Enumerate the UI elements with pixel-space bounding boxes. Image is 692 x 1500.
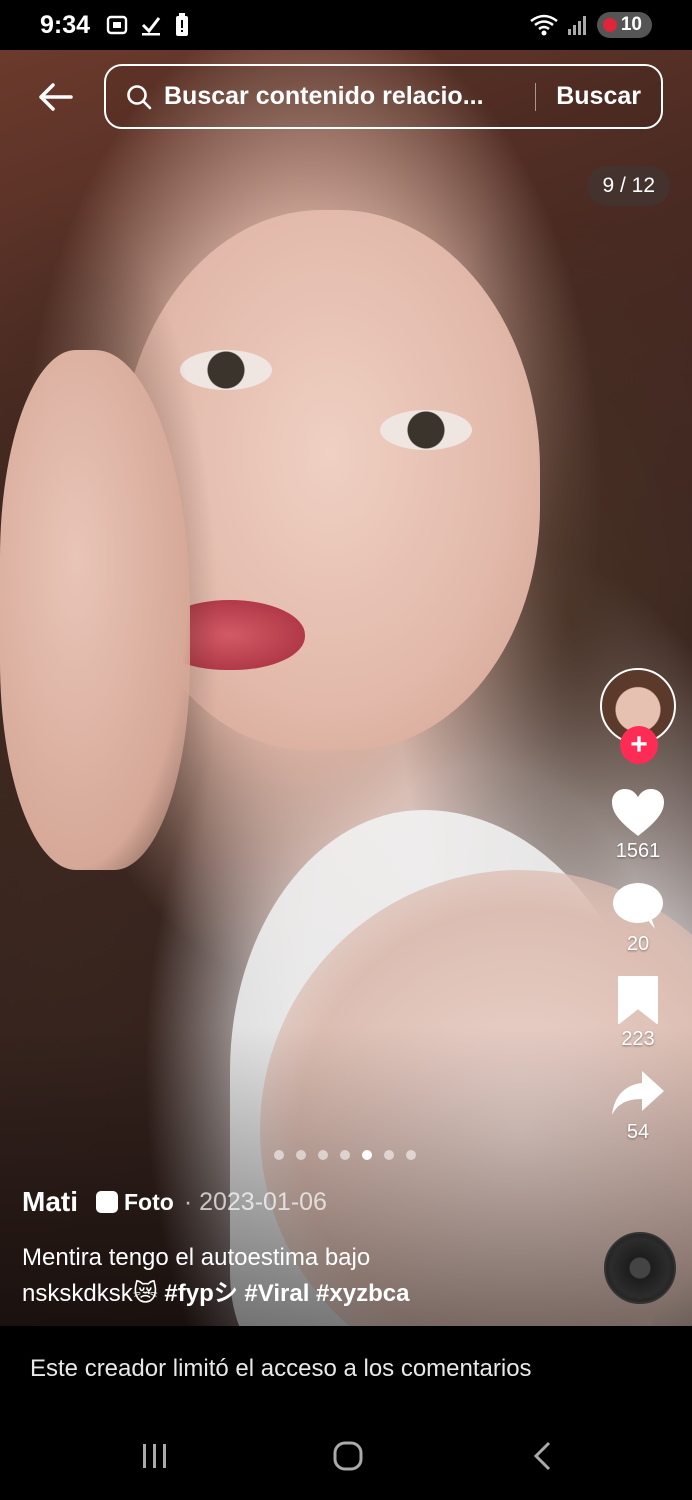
post-photo[interactable] [0,50,692,1326]
photo-hand [0,350,190,870]
battery-level: 10 [620,14,642,35]
system-nav-bar [0,1412,692,1500]
search-bar[interactable]: Buscar contenido relacio... Buscar [104,64,663,129]
carousel-dot[interactable] [296,1150,306,1160]
battery-low-icon [602,18,617,32]
carousel-dot-active[interactable] [362,1150,372,1160]
caption-line-1: Mentira tengo el autoestima bajo [22,1244,371,1271]
author-row: Mati Foto · 2023-01-06 [22,1186,327,1218]
search-input[interactable]: Buscar contenido relacio... [164,82,515,111]
hashtag-link[interactable]: #Viral [244,1280,309,1307]
comment-count: 20 [626,933,650,955]
like-count: 1561 [615,840,661,862]
carousel-dots [274,1150,416,1160]
share-icon[interactable] [610,1069,666,1119]
search-divider [535,82,537,111]
share-count: 54 [626,1121,650,1143]
post-type-label: Foto [124,1188,174,1215]
wifi-icon [530,14,558,36]
check-icon [141,17,161,36]
caption-line-2: nskskdksk😿 #fypシ #Viral #xyzbca [22,1276,582,1312]
carousel-dot[interactable] [318,1150,328,1160]
back-nav-button[interactable] [528,1438,556,1474]
signal-icon [567,16,586,35]
comment-icon[interactable] [611,881,665,931]
home-button[interactable] [330,1438,366,1474]
status-time: 9:34 [40,10,91,39]
back-button[interactable] [30,74,80,120]
post-date: · 2023-01-06 [183,1187,327,1216]
music-disc[interactable] [604,1232,676,1304]
post-caption[interactable]: Mentira tengo el autoestima bajo nskskdk… [22,1240,582,1312]
comments-restricted-notice: Este creador limitó el acceso a los come… [0,1326,692,1412]
save-action[interactable]: 223 [616,974,660,1051]
recent-apps-button[interactable] [138,1438,172,1474]
photo-eye-right [380,410,472,450]
carousel-dot[interactable] [384,1150,394,1160]
post-type-tag: Foto [96,1189,174,1216]
plus-icon: + [630,728,648,761]
bookmark-icon[interactable] [616,974,660,1026]
battery-indicator: 10 [596,12,652,38]
carousel-dot[interactable] [274,1150,284,1160]
search-icon [127,84,152,109]
search-button[interactable]: Buscar [556,82,641,111]
back-chevron-icon [533,1441,551,1471]
carousel-dot[interactable] [406,1150,416,1160]
share-action[interactable]: 54 [610,1069,666,1144]
save-count: 223 [621,1028,655,1050]
status-icons [106,13,190,37]
author-name[interactable]: Mati [22,1186,78,1218]
recent-apps-icon [143,1444,166,1468]
photo-icon [96,1191,118,1213]
action-rail: + 1561 20 223 54 [600,668,676,1144]
carousel-dot[interactable] [340,1150,350,1160]
status-bar: 9:34 10 [0,0,692,50]
battery-alert-icon [176,13,189,36]
home-icon [333,1441,363,1471]
screenshot-icon [106,15,128,35]
creator-avatar-group: + [600,668,676,764]
heart-icon[interactable] [610,788,666,838]
comment-action[interactable]: 20 [611,881,665,956]
like-action[interactable]: 1561 [610,788,666,863]
hashtag-link[interactable]: #fypシ [164,1280,237,1307]
caption-text: nskskdksk😿 [22,1280,158,1307]
follow-button[interactable]: + [620,726,658,764]
photo-counter: 9 / 12 [587,166,670,206]
hashtag-link[interactable]: #xyzbca [316,1280,409,1307]
back-arrow-icon [39,83,73,111]
